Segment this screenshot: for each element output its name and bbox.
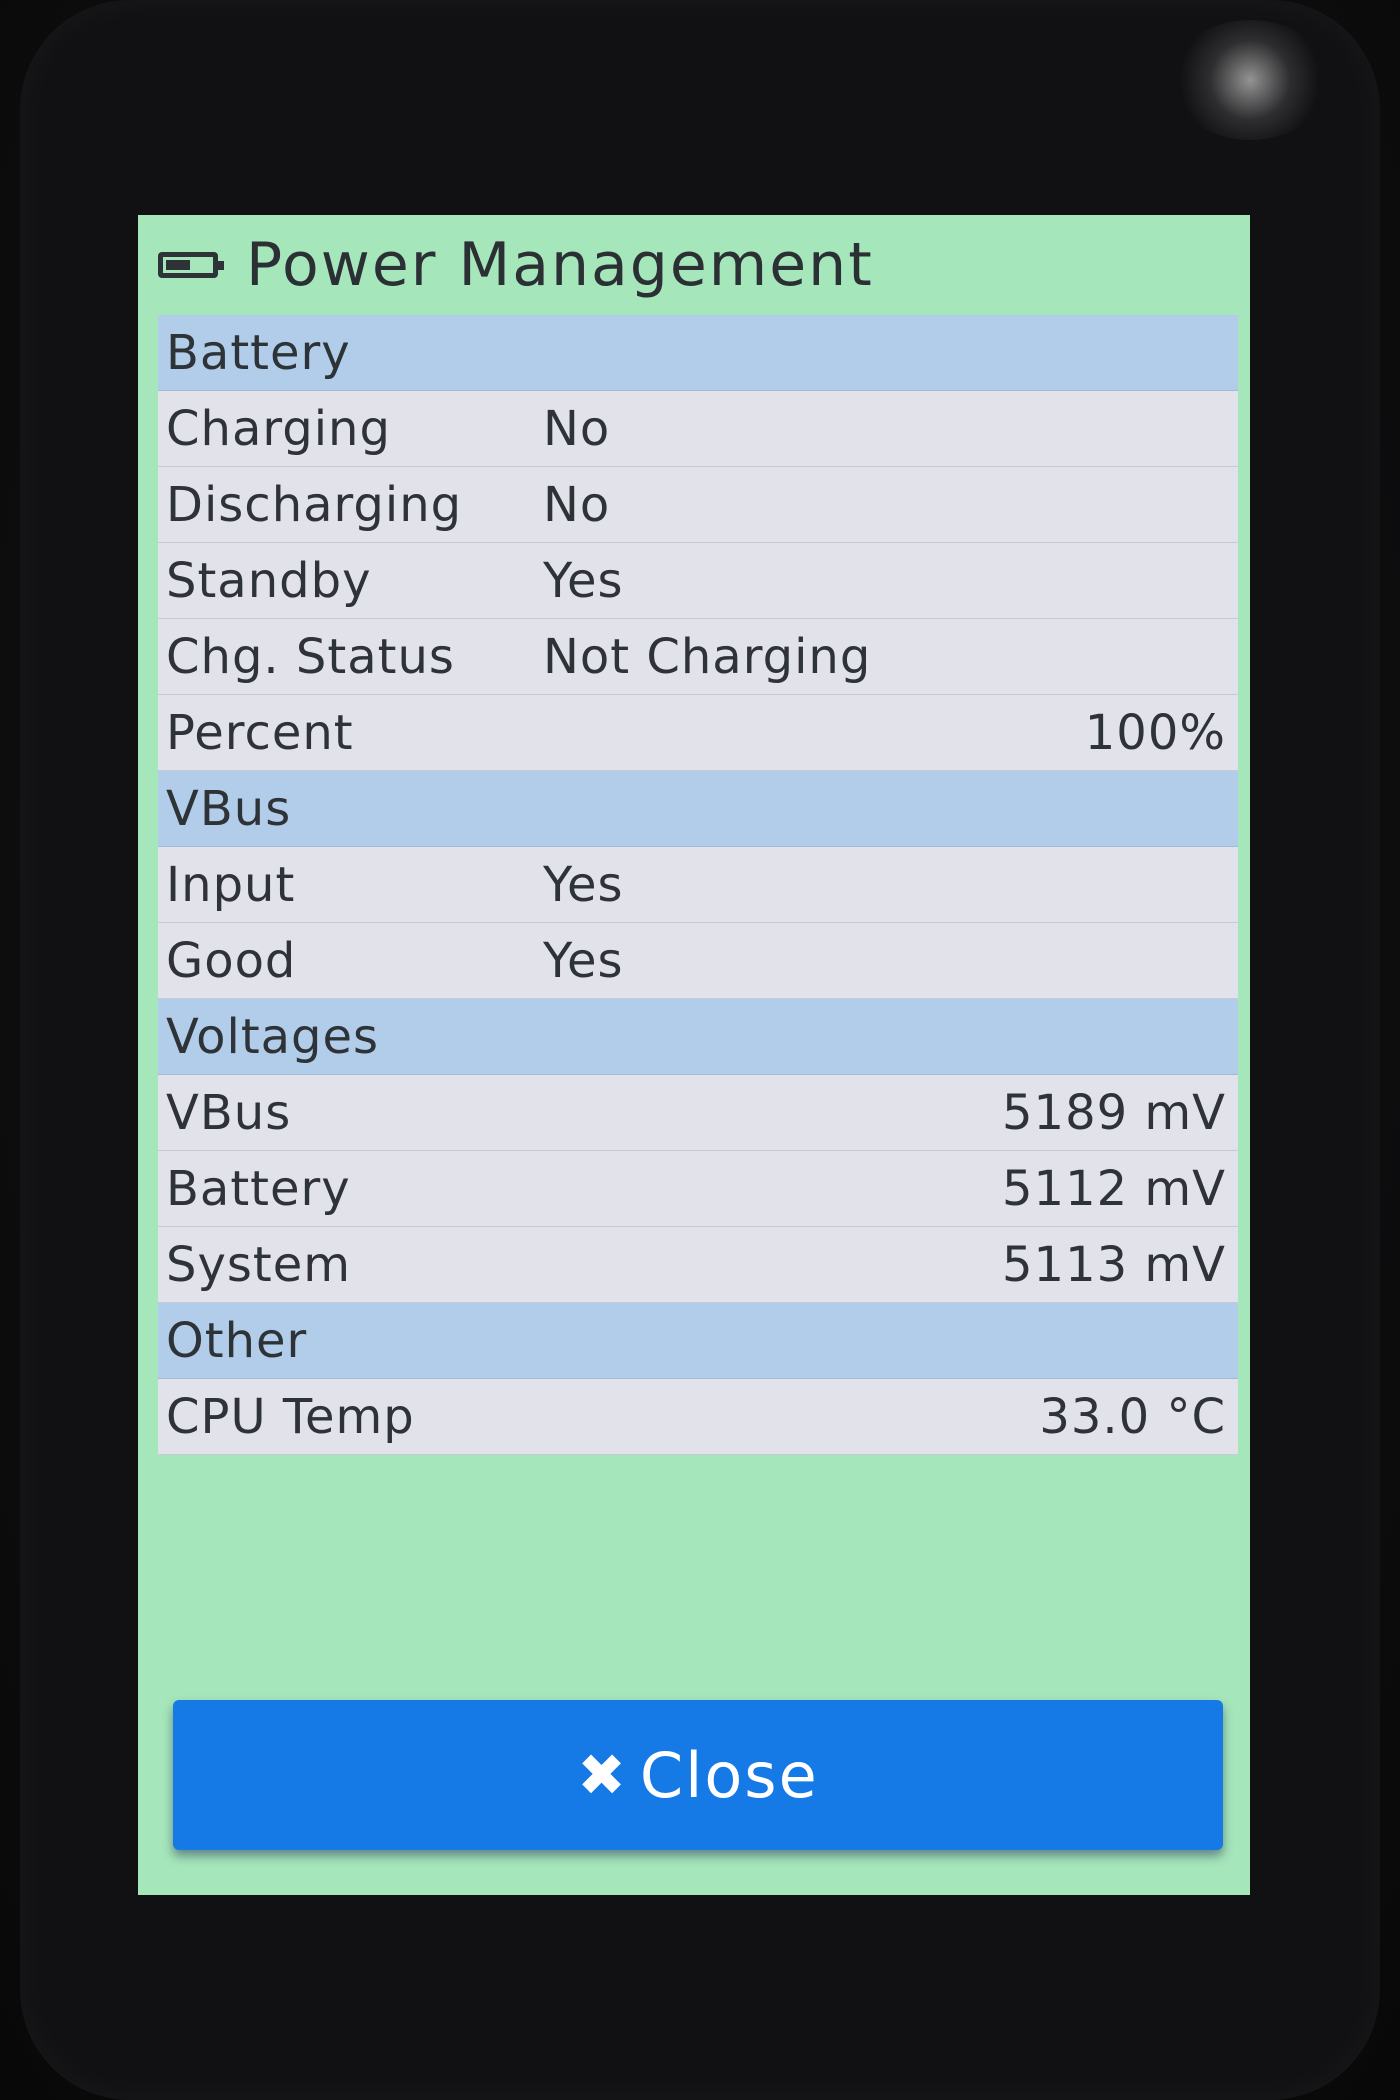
row-label: Battery (166, 1160, 351, 1217)
row-label: System (166, 1236, 351, 1293)
row-value: 33.0 °C (1039, 1388, 1226, 1445)
row-label: Input (166, 856, 296, 913)
row-label: VBus (166, 1084, 292, 1141)
device-bezel: Power Management Battery Charging No Dis… (0, 0, 1400, 2100)
row-label: Standby (166, 552, 372, 609)
row-charge-status: Chg. Status Not Charging (158, 619, 1238, 695)
row-discharging: Discharging No (158, 467, 1238, 543)
row-label: Good (166, 932, 297, 989)
row-value: Not Charging (543, 628, 872, 685)
row-good: Good Yes (158, 923, 1238, 999)
section-header-voltages: Voltages (158, 999, 1238, 1075)
title-bar: Power Management (138, 215, 1250, 315)
row-system-voltage: System 5113 mV (158, 1227, 1238, 1303)
row-value: Yes (543, 932, 624, 989)
section-header-battery: Battery (158, 315, 1238, 391)
row-label: Discharging (166, 476, 463, 533)
row-value: 100% (1084, 704, 1226, 761)
row-value: Yes (543, 552, 624, 609)
row-label: Percent (166, 704, 354, 761)
row-cpu-temp: CPU Temp 33.0 °C (158, 1379, 1238, 1455)
row-value: No (543, 400, 611, 457)
close-button-label: Close (639, 1738, 819, 1812)
light-glare (1170, 20, 1330, 140)
row-label: CPU Temp (166, 1388, 415, 1445)
row-value: 5189 mV (1001, 1084, 1226, 1141)
status-table: Battery Charging No Discharging No Stand… (158, 315, 1238, 1455)
row-label: Charging (166, 400, 391, 457)
row-charging: Charging No (158, 391, 1238, 467)
section-header-vbus: VBus (158, 771, 1238, 847)
row-percent: Percent 100% (158, 695, 1238, 771)
row-vbus-voltage: VBus 5189 mV (158, 1075, 1238, 1151)
row-input: Input Yes (158, 847, 1238, 923)
row-value: 5113 mV (1001, 1236, 1226, 1293)
section-title: VBus (166, 780, 292, 837)
row-value: 5112 mV (1001, 1160, 1226, 1217)
section-title: Voltages (166, 1008, 380, 1065)
page-title: Power Management (246, 230, 874, 300)
section-title: Other (166, 1312, 308, 1369)
row-label: Chg. Status (166, 628, 455, 685)
row-value: Yes (543, 856, 624, 913)
section-title: Battery (166, 324, 351, 381)
close-button[interactable]: ✖ Close (173, 1700, 1223, 1850)
row-standby: Standby Yes (158, 543, 1238, 619)
power-management-screen: Power Management Battery Charging No Dis… (138, 215, 1250, 1895)
row-value: No (543, 476, 611, 533)
close-icon: ✖ (577, 1741, 628, 1809)
battery-icon (158, 252, 224, 278)
row-battery-voltage: Battery 5112 mV (158, 1151, 1238, 1227)
section-header-other: Other (158, 1303, 1238, 1379)
